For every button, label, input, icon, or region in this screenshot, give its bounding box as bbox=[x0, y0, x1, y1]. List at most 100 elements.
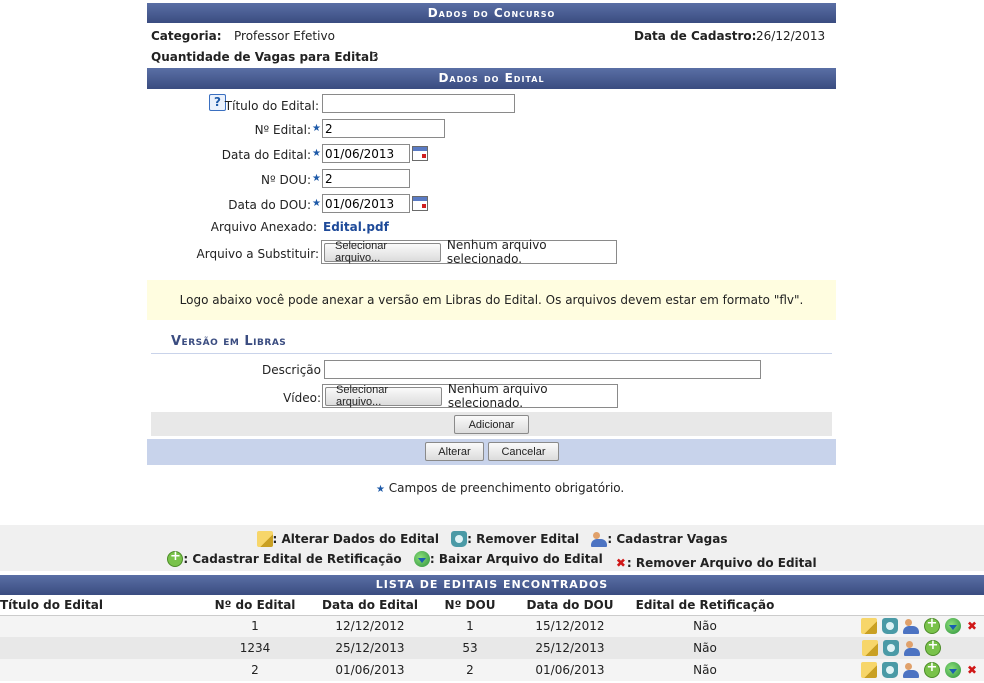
edit-icon[interactable] bbox=[861, 662, 877, 678]
select-file-button[interactable]: Selecionar arquivo... bbox=[324, 240, 441, 264]
users-icon bbox=[591, 531, 608, 547]
trash-icon[interactable] bbox=[882, 618, 898, 635]
row-actions: ✖ bbox=[780, 615, 984, 637]
titulo-label: Título do Edital: bbox=[224, 99, 319, 113]
col-retificacao: Edital de Retificação bbox=[630, 595, 780, 616]
libras-note: Logo abaixo você pode anexar a versão em… bbox=[147, 280, 836, 320]
numero-edital-label: Nº Edital: bbox=[254, 123, 311, 137]
data-dou-input[interactable] bbox=[322, 194, 410, 213]
remove-file-icon[interactable]: ✖ bbox=[966, 663, 978, 677]
trash-icon bbox=[451, 531, 468, 547]
cancelar-button[interactable]: Cancelar bbox=[488, 442, 559, 461]
edit-icon bbox=[256, 531, 273, 547]
required-star-icon: ★ bbox=[312, 173, 321, 184]
cell-retificacao: Não bbox=[630, 615, 780, 637]
col-data-dou: Data do DOU bbox=[510, 595, 630, 616]
add-icon bbox=[167, 549, 184, 567]
vagas-value: 3 bbox=[371, 50, 379, 64]
cell-data-dou: 15/12/2012 bbox=[510, 615, 630, 637]
edit-icon[interactable] bbox=[861, 618, 877, 635]
numero-edital-input[interactable] bbox=[322, 119, 445, 138]
arquivo-substituir-file-input[interactable]: Selecionar arquivo... Nenhum arquivo sel… bbox=[321, 238, 617, 266]
descricao-label: Descrição bbox=[261, 363, 321, 377]
arquivo-anexado-link[interactable]: Edital.pdf bbox=[323, 220, 389, 234]
form-panel: Dados do Concurso Categoria: Professor E… bbox=[147, 3, 836, 465]
numero-dou-input[interactable] bbox=[322, 169, 410, 188]
remove-file-icon[interactable]: ✖ bbox=[966, 619, 978, 633]
descricao-input[interactable] bbox=[324, 360, 761, 379]
edital-header: Dados do Edital bbox=[147, 68, 836, 89]
table-row: 1234 25/12/2013 53 25/12/2013 Não bbox=[0, 637, 984, 659]
required-star-icon: ★ bbox=[312, 198, 321, 209]
data-cadastro-label: Data de Cadastro: bbox=[634, 29, 757, 43]
cell-titulo bbox=[0, 659, 200, 681]
add-icon[interactable] bbox=[924, 616, 940, 635]
col-data-edital: Data do Edital bbox=[310, 595, 430, 616]
download-icon[interactable] bbox=[945, 662, 961, 678]
legend-baixar: : Baixar Arquivo do Edital bbox=[429, 552, 603, 566]
alterar-button[interactable]: Alterar bbox=[425, 442, 484, 461]
table-row: 2 01/06/2013 2 01/06/2013 Não ✖ bbox=[0, 659, 984, 681]
data-edital-label: Data do Edital: bbox=[221, 148, 311, 162]
required-star-icon: ★ bbox=[376, 484, 385, 495]
cell-numero: 1234 bbox=[200, 637, 310, 659]
col-dou: Nº DOU bbox=[430, 595, 510, 616]
calendar-icon[interactable] bbox=[412, 196, 428, 211]
cell-data-edital: 25/12/2013 bbox=[310, 637, 430, 659]
cell-numero: 1 bbox=[200, 615, 310, 637]
titulo-input[interactable] bbox=[322, 94, 515, 113]
legend-retificacao: : Cadastrar Edital de Retificação bbox=[183, 552, 402, 566]
libras-header: Versão em Libras bbox=[151, 334, 832, 354]
download-icon[interactable] bbox=[945, 618, 961, 635]
video-file-input[interactable]: Selecionar arquivo... Nenhum arquivo sel… bbox=[322, 382, 618, 410]
row-actions: ✖ bbox=[780, 659, 984, 681]
trash-icon[interactable] bbox=[883, 640, 899, 656]
legend-remover: : Remover Edital bbox=[467, 532, 580, 546]
adicionar-bar: Adicionar bbox=[151, 412, 832, 436]
cell-dou: 2 bbox=[430, 659, 510, 681]
video-label: Vídeo: bbox=[283, 391, 321, 405]
users-icon[interactable] bbox=[903, 662, 919, 678]
col-numero: Nº do Edital bbox=[200, 595, 310, 616]
legend-alterar: : Alterar Dados do Edital bbox=[272, 532, 439, 546]
legend: : Alterar Dados do Edital : Remover Edit… bbox=[0, 525, 984, 571]
cell-data-dou: 01/06/2013 bbox=[510, 659, 630, 681]
legend-remover-arquivo: : Remover Arquivo do Edital bbox=[626, 556, 817, 570]
trash-icon[interactable] bbox=[882, 662, 898, 678]
cell-retificacao: Não bbox=[630, 637, 780, 659]
list-header: Lista de editais encontrados bbox=[0, 575, 984, 595]
add-icon[interactable] bbox=[924, 660, 940, 678]
arquivo-substituir-label: Arquivo a Substituir: bbox=[196, 247, 319, 261]
file-status: Nenhum arquivo selecionado. bbox=[446, 238, 547, 266]
editais-table: Título do Edital Nº do Edital Data do Ed… bbox=[0, 595, 984, 681]
required-star-icon: ★ bbox=[312, 148, 321, 159]
form-footer: Alterar Cancelar bbox=[147, 439, 836, 465]
data-dou-label: Data do DOU: bbox=[228, 198, 311, 212]
cell-data-edital: 12/12/2012 bbox=[310, 615, 430, 637]
cell-titulo bbox=[0, 637, 200, 659]
cell-retificacao: Não bbox=[630, 659, 780, 681]
data-edital-input[interactable] bbox=[322, 144, 410, 163]
select-video-button[interactable]: Selecionar arquivo... bbox=[325, 384, 442, 408]
vagas-label: Quantidade de Vagas para Edital: bbox=[151, 50, 378, 64]
add-icon[interactable] bbox=[925, 638, 941, 656]
calendar-icon[interactable] bbox=[412, 146, 428, 161]
video-file-status: Nenhum arquivo selecionado. bbox=[447, 382, 548, 410]
users-icon[interactable] bbox=[904, 640, 920, 656]
edit-icon[interactable] bbox=[862, 640, 878, 656]
download-icon bbox=[413, 551, 430, 567]
required-note-text: Campos de preenchimento obrigatório. bbox=[388, 481, 625, 495]
required-note: ★ Campos de preenchimento obrigatório. bbox=[376, 481, 624, 495]
cell-data-edital: 01/06/2013 bbox=[310, 659, 430, 681]
col-titulo: Título do Edital bbox=[0, 595, 200, 616]
col-actions bbox=[780, 595, 984, 616]
users-icon[interactable] bbox=[903, 618, 919, 635]
cell-numero: 2 bbox=[200, 659, 310, 681]
cell-data-dou: 25/12/2013 bbox=[510, 637, 630, 659]
categoria-value: Professor Efetivo bbox=[234, 29, 335, 43]
row-actions bbox=[780, 637, 984, 659]
cell-dou: 1 bbox=[430, 615, 510, 637]
legend-cadastrar-vagas: : Cadastrar Vagas bbox=[607, 532, 728, 546]
adicionar-button[interactable]: Adicionar bbox=[454, 415, 529, 434]
remove-file-icon: ✖ bbox=[615, 556, 626, 570]
